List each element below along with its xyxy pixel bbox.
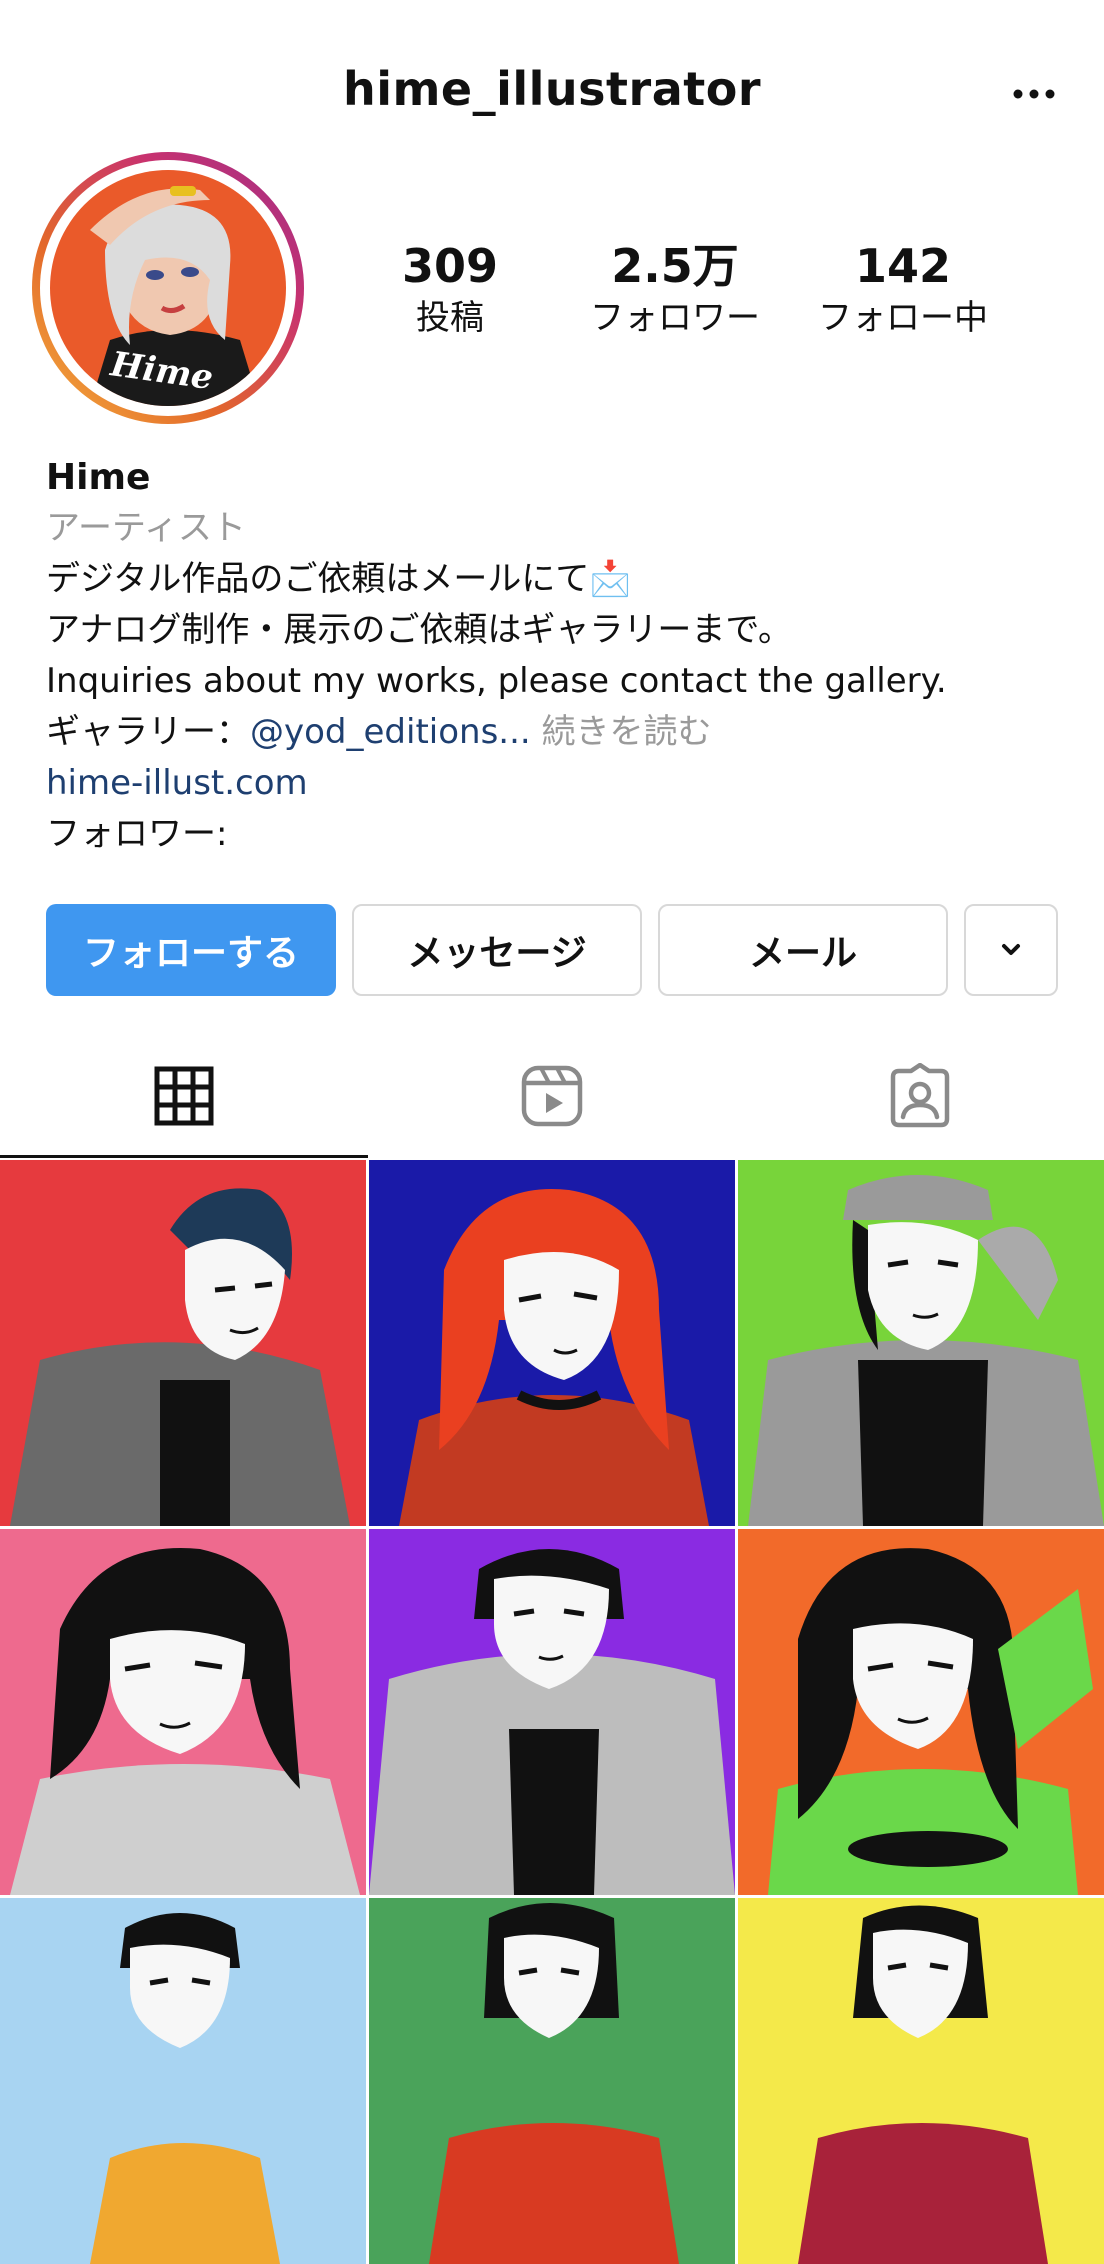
category-label: アーティスト <box>46 508 246 548</box>
illustration-image <box>738 1898 1104 2264</box>
illustration-image <box>0 1898 366 2264</box>
bio-line-4: ギャラリー：@yod_editions... 続きを読む <box>46 707 1066 758</box>
grid-icon <box>154 1066 214 1126</box>
followers-stat[interactable]: 2.5万 フォロワー <box>560 238 790 340</box>
suggestions-dropdown-button[interactable] <box>964 904 1058 996</box>
tab-tagged[interactable] <box>736 1034 1104 1158</box>
followers-label: フォロワー <box>590 298 760 338</box>
following-count: 142 <box>854 239 952 293</box>
tagged-icon <box>890 1063 950 1128</box>
posts-count: 309 <box>401 239 499 293</box>
post-thumbnail[interactable] <box>0 1898 366 2264</box>
bio-line-2: アナログ制作・展示のご依頼はギャラリーまで。 <box>46 610 792 650</box>
chevron-down-icon <box>1002 944 1020 955</box>
post-thumbnail[interactable] <box>0 1529 366 1895</box>
tab-posts-grid[interactable] <box>0 1034 368 1158</box>
followed-by-label: フォロワー: <box>46 814 228 854</box>
illustration-image <box>369 1898 735 2264</box>
illustration-image <box>369 1160 735 1526</box>
more-options-icon[interactable] <box>1004 64 1064 124</box>
illustration-image <box>0 1529 366 1895</box>
follow-button[interactable]: フォローする <box>46 904 336 996</box>
illustration-image <box>0 1160 366 1526</box>
post-thumbnail[interactable] <box>738 1898 1104 2264</box>
message-button[interactable]: メッセージ <box>352 904 642 996</box>
gallery-handle-link[interactable]: @yod_editions... <box>250 712 531 752</box>
post-thumbnail[interactable] <box>0 1160 366 1526</box>
post-thumbnail[interactable] <box>369 1160 735 1526</box>
tab-reels[interactable] <box>368 1034 736 1158</box>
following-label: フォロー中 <box>818 298 988 338</box>
post-thumbnail[interactable] <box>738 1160 1104 1526</box>
reels-icon <box>521 1065 583 1127</box>
profile-tabs <box>0 1034 1104 1158</box>
username-title: hime_illustrator <box>342 62 762 116</box>
mail-button[interactable]: メール <box>658 904 948 996</box>
followers-count: 2.5万 <box>611 239 739 293</box>
post-thumbnail[interactable] <box>369 1898 735 2264</box>
profile-bio: Hime アーティスト デジタル作品のご依頼はメールにて📩 アナログ制作・展示の… <box>46 452 1066 860</box>
display-name: Hime <box>46 457 151 498</box>
following-stat[interactable]: 142 フォロー中 <box>788 238 1018 340</box>
gallery-label: ギャラリー： <box>46 712 250 752</box>
website-link[interactable]: hime-illust.com <box>46 758 1066 809</box>
story-ring[interactable]: Hime <box>32 152 304 424</box>
post-thumbnail[interactable] <box>738 1529 1104 1895</box>
post-thumbnail[interactable] <box>369 1529 735 1895</box>
bio-line-1: デジタル作品のご依頼はメールにて📩 <box>46 559 632 599</box>
illustration-image <box>738 1529 1104 1895</box>
avatar[interactable]: Hime <box>50 170 286 406</box>
profile-header: hime_illustrator <box>0 0 1104 150</box>
illustration-image <box>369 1529 735 1895</box>
posts-stat[interactable]: 309 投稿 <box>335 238 565 340</box>
posts-label: 投稿 <box>416 298 484 338</box>
read-more-link[interactable]: 続きを読む <box>542 712 712 752</box>
illustration-image <box>738 1160 1104 1526</box>
bio-line-3: Inquiries about my works, please contact… <box>46 661 947 701</box>
